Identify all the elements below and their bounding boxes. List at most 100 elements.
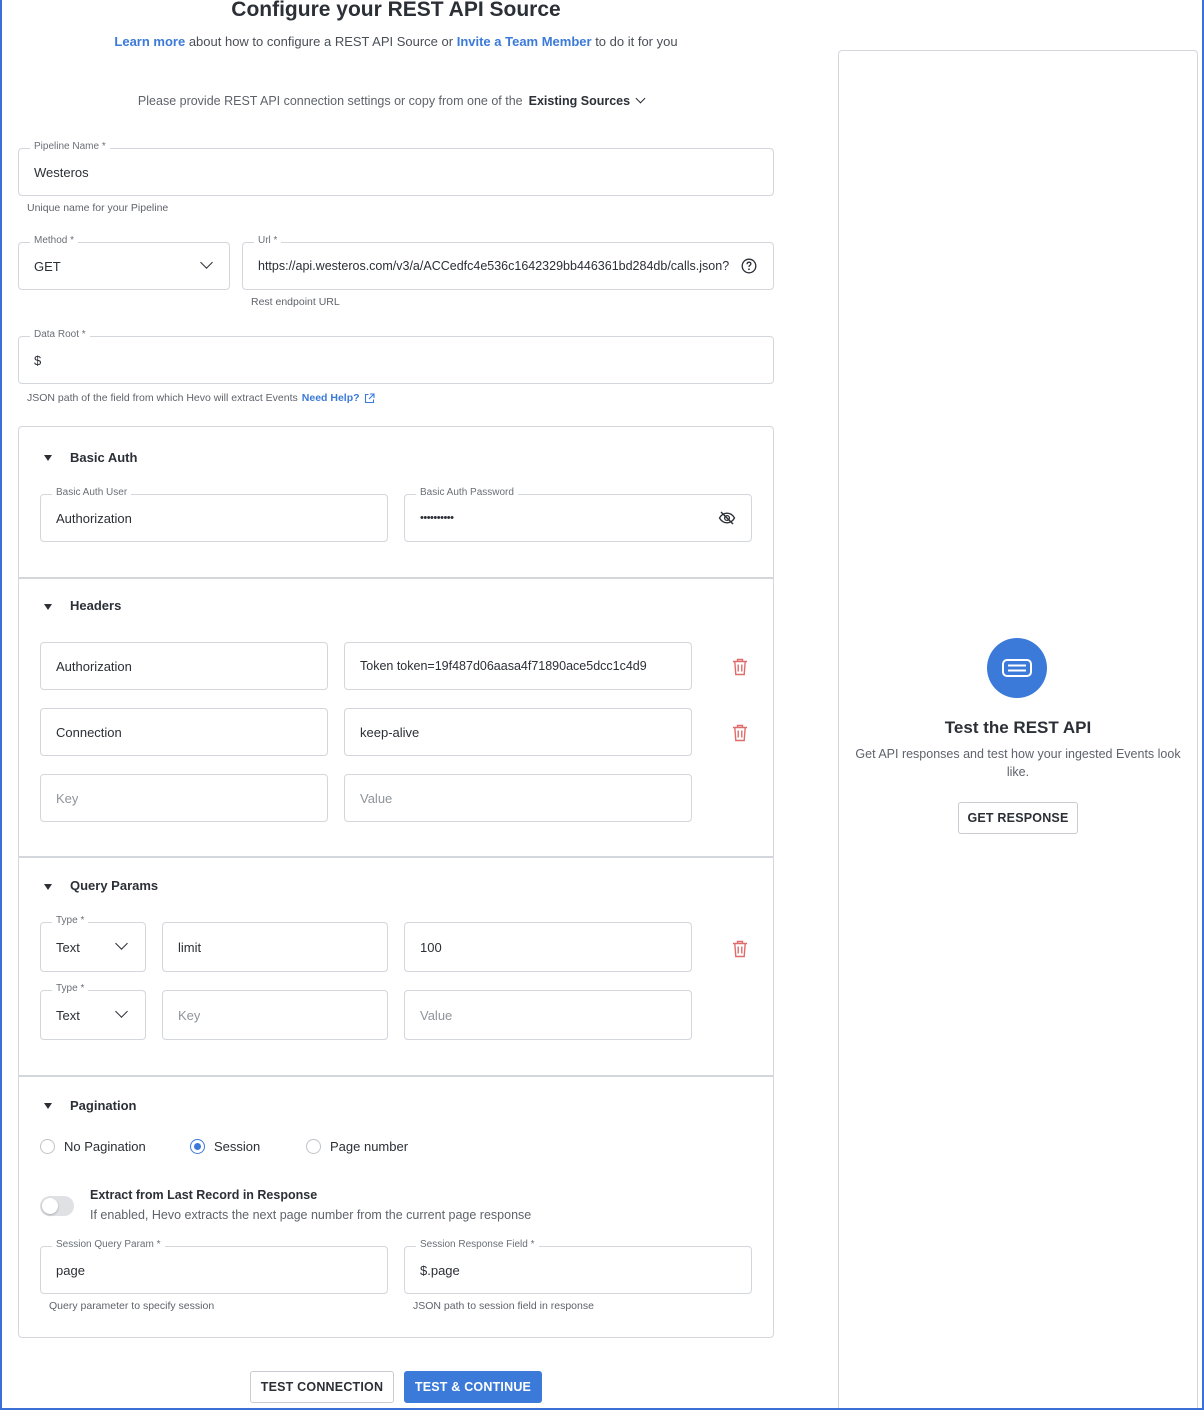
- page-title: Configure your REST API Source: [231, 0, 561, 21]
- pipeline-name-label: Pipeline Name *: [30, 141, 110, 153]
- extract-last-record-toggle[interactable]: [40, 1196, 74, 1216]
- radio-session[interactable]: Session: [190, 1139, 260, 1154]
- session-response-field-value: $.page: [420, 1262, 460, 1278]
- header-key-value: Authorization: [56, 658, 132, 674]
- new-query-param-value-placeholder: Value: [420, 1007, 453, 1023]
- test-connection-button[interactable]: TEST CONNECTION: [250, 1371, 394, 1403]
- basic-auth-user-value: Authorization: [56, 510, 132, 526]
- extract-last-record-desc: If enabled, Hevo extracts the next page …: [90, 1208, 532, 1222]
- session-response-field-label: Session Response Field *: [416, 1239, 539, 1251]
- new-header-key-placeholder: Key: [56, 790, 79, 806]
- provide-settings-label: Please provide REST API connection setti…: [137, 94, 523, 108]
- chevron-down-icon: [115, 937, 128, 950]
- eye-off-icon[interactable]: [718, 510, 736, 526]
- external-link-icon[interactable]: [364, 392, 375, 404]
- test-api-description: Get API responses and test how your inge…: [855, 747, 1181, 779]
- chevron-down-icon: [115, 1005, 128, 1018]
- extract-last-record-title: Extract from Last Record in Response: [90, 1188, 318, 1202]
- api-icon: [987, 638, 1047, 698]
- basic-auth-user-label: Basic Auth User: [52, 487, 132, 499]
- learn-more-link[interactable]: Learn more: [114, 34, 185, 49]
- collapse-pagination-icon[interactable]: [44, 1103, 52, 1109]
- session-query-param-label: Session Query Param *: [52, 1239, 165, 1251]
- trash-icon[interactable]: [732, 658, 748, 676]
- query-params-heading: Query Params: [70, 878, 159, 893]
- help-circle-icon[interactable]: [741, 258, 757, 274]
- test-continue-button[interactable]: TEST & CONTINUE: [404, 1371, 542, 1403]
- header-value-value: Token token=19f487d06aasa4f71890ace5dcc1…: [360, 659, 647, 673]
- subtitle-text-end: to do it for you: [591, 34, 678, 49]
- provide-settings-text: Please provide REST API connection setti…: [0, 93, 782, 108]
- url-input[interactable]: Url * https://api.westeros.com/v3/a/ACCe…: [242, 235, 774, 290]
- collapse-headers-icon[interactable]: [44, 604, 52, 610]
- trash-icon[interactable]: [732, 940, 748, 958]
- section-divider: [19, 1075, 773, 1077]
- invite-team-member-link[interactable]: Invite a Team Member: [457, 34, 592, 49]
- new-query-param-key-input[interactable]: Key: [162, 990, 388, 1040]
- pipeline-name-value: Westeros: [34, 164, 89, 180]
- header-value-input[interactable]: Token token=19f487d06aasa4f71890ace5dcc1…: [344, 642, 692, 690]
- query-param-type-select[interactable]: Type * Text: [40, 915, 146, 972]
- subtitle-text-mid: about how to configure a REST API Source…: [185, 34, 457, 49]
- pipeline-name-input[interactable]: Pipeline Name * Westeros: [18, 141, 774, 196]
- header-key-input[interactable]: Authorization: [40, 642, 328, 690]
- data-root-value: $: [34, 352, 42, 368]
- new-header-key-input[interactable]: Key: [40, 774, 328, 822]
- session-query-param-hint: Query parameter to specify session: [49, 1300, 215, 1312]
- query-param-key-value: limit: [178, 939, 202, 955]
- headers-heading: Headers: [70, 598, 122, 613]
- new-query-param-type-label: Type *: [52, 983, 89, 995]
- radio-session-label: Session: [214, 1139, 261, 1154]
- trash-icon[interactable]: [732, 724, 748, 742]
- basic-auth-password-input[interactable]: Basic Auth Password ••••••••••: [404, 487, 752, 542]
- radio-page-number-label: Page number: [330, 1139, 409, 1154]
- radio-no-pagination[interactable]: No Pagination: [40, 1139, 146, 1154]
- existing-sources-dropdown[interactable]: Existing Sources: [529, 93, 646, 108]
- query-param-key-input[interactable]: limit: [162, 922, 388, 972]
- section-divider: [19, 577, 773, 579]
- query-param-value-value: 100: [420, 939, 442, 955]
- chevron-down-icon: [635, 93, 646, 104]
- query-param-type-value: Text: [56, 939, 80, 955]
- basic-auth-password-label: Basic Auth Password: [416, 487, 518, 499]
- collapse-basic-auth-icon[interactable]: [44, 455, 52, 461]
- need-help-link[interactable]: Need Help?: [302, 392, 360, 404]
- pipeline-name-hint: Unique name for your Pipeline: [27, 202, 169, 214]
- data-root-hint-text: JSON path of the field from which Hevo w…: [27, 392, 298, 404]
- url-label: Url *: [254, 235, 282, 247]
- section-divider: [19, 856, 773, 858]
- radio-page-number[interactable]: Page number: [306, 1139, 408, 1154]
- session-query-param-value: page: [56, 1262, 85, 1278]
- method-value: GET: [34, 258, 61, 274]
- page-subtitle: Learn more about how to configure a REST…: [0, 34, 792, 49]
- method-label: Method *: [30, 235, 79, 247]
- session-query-param-input[interactable]: Session Query Param * page: [40, 1239, 388, 1294]
- radio-page-number-circle: [306, 1139, 321, 1154]
- pagination-heading: Pagination: [70, 1098, 137, 1113]
- method-select[interactable]: Method * GET: [18, 235, 230, 290]
- get-response-button[interactable]: GET RESPONSE: [958, 802, 1078, 834]
- header-value-value: keep-alive: [360, 724, 420, 740]
- header-key-input[interactable]: Connection: [40, 708, 328, 756]
- radio-no-pagination-circle: [40, 1139, 55, 1154]
- basic-auth-heading: Basic Auth: [70, 450, 138, 465]
- collapse-query-params-icon[interactable]: [44, 884, 52, 890]
- query-param-value-input[interactable]: 100: [404, 922, 692, 972]
- new-query-param-value-input[interactable]: Value: [404, 990, 692, 1040]
- radio-session-circle: [190, 1139, 205, 1154]
- basic-auth-password-value: ••••••••••: [420, 512, 454, 524]
- query-param-type-label: Type *: [52, 915, 89, 927]
- session-response-field-hint: JSON path to session field in response: [413, 1300, 594, 1312]
- new-query-param-key-placeholder: Key: [178, 1007, 201, 1023]
- header-value-input[interactable]: keep-alive: [344, 708, 692, 756]
- new-query-param-type-value: Text: [56, 1007, 80, 1023]
- data-root-input[interactable]: Data Root * $: [18, 329, 774, 384]
- url-value: https://api.westeros.com/v3/a/ACCedfc4e5…: [258, 259, 730, 273]
- data-root-hint: JSON path of the field from which Hevo w…: [27, 392, 375, 404]
- new-query-param-type-select[interactable]: Type * Text: [40, 983, 146, 1040]
- new-header-value-input[interactable]: Value: [344, 774, 692, 822]
- header-key-value: Connection: [56, 724, 122, 740]
- basic-auth-user-input[interactable]: Basic Auth User Authorization: [40, 487, 388, 542]
- session-response-field-input[interactable]: Session Response Field * $.page: [404, 1239, 752, 1294]
- test-api-title: Test the REST API: [944, 718, 1092, 737]
